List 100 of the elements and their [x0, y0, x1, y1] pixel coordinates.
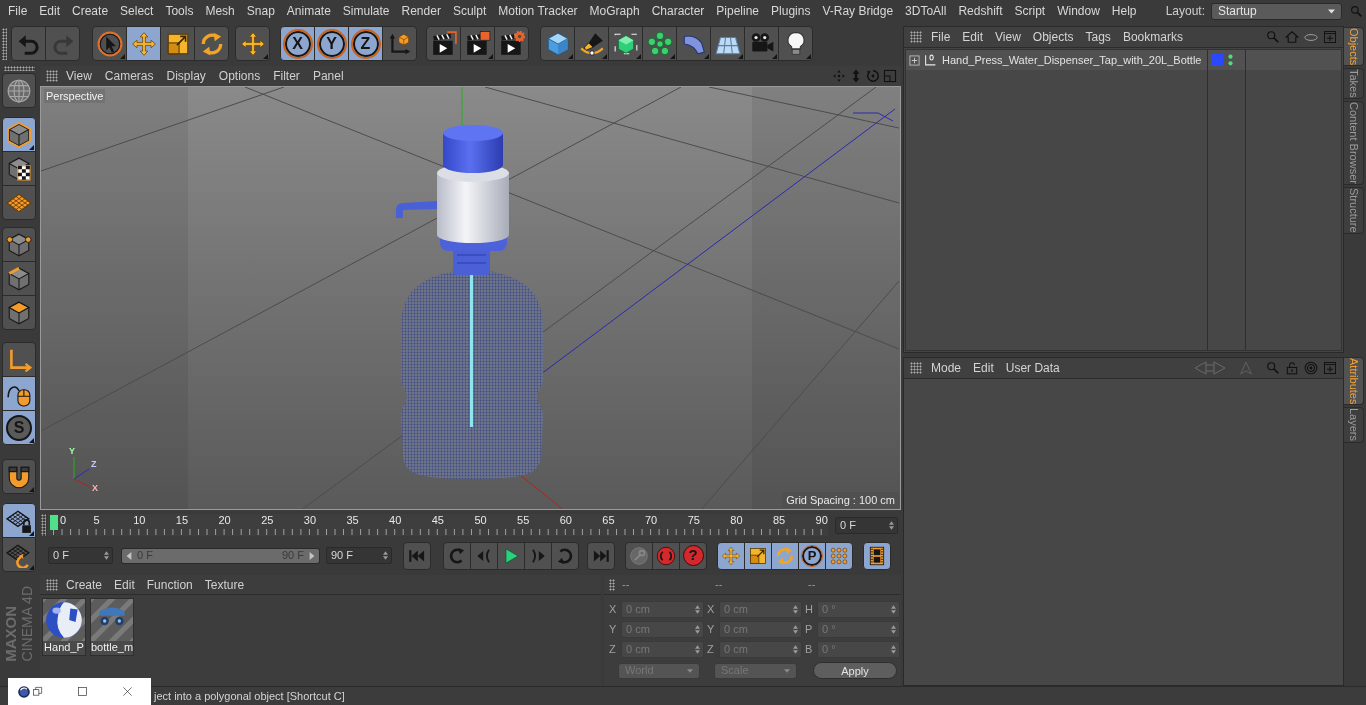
- close-icon[interactable]: [122, 686, 133, 697]
- scale-tool-button[interactable]: [160, 26, 195, 61]
- end-frame-field[interactable]: 90 F: [326, 547, 392, 564]
- menu-item[interactable]: View: [66, 67, 92, 85]
- rotate-tool-button[interactable]: [194, 26, 229, 61]
- subdivision-surface-button[interactable]: [608, 26, 643, 61]
- timeline-button[interactable]: [863, 541, 891, 570]
- ellipse-icon[interactable]: [1304, 33, 1318, 41]
- menu-item[interactable]: Create: [72, 2, 109, 20]
- model-mode-button[interactable]: [2, 117, 36, 152]
- panel-tab[interactable]: Structure: [1344, 187, 1364, 234]
- menu-item[interactable]: Edit: [962, 28, 984, 46]
- workplane-mode-button[interactable]: [2, 185, 36, 220]
- menu-item[interactable]: Window: [1057, 2, 1100, 20]
- menu-item[interactable]: Edit: [973, 359, 994, 377]
- grip-icon[interactable]: [609, 578, 615, 591]
- edges-mode-button[interactable]: [2, 261, 36, 296]
- menu-item[interactable]: 3DToAll: [905, 2, 947, 20]
- menu-item[interactable]: Edit: [39, 2, 61, 20]
- render-to-picture-viewer-button[interactable]: [460, 26, 495, 61]
- menu-item[interactable]: Display: [166, 67, 206, 85]
- menu-item[interactable]: Redshift: [958, 2, 1003, 20]
- recent-tool-button[interactable]: [235, 26, 270, 61]
- panel-tab[interactable]: Objects: [1344, 27, 1364, 67]
- axis-mode-button[interactable]: [2, 342, 36, 377]
- visibility-dots-icon[interactable]: [1228, 54, 1233, 66]
- bend-deformer-button[interactable]: [676, 26, 711, 61]
- object-row[interactable]: Hand_Press_Water_Dispenser_Tap_with_20L_Bottle: [906, 50, 1341, 70]
- menu-item[interactable]: Motion Tracker: [498, 2, 578, 20]
- menu-item[interactable]: User Data: [1005, 359, 1060, 377]
- expand-icon[interactable]: [909, 54, 920, 66]
- menu-item[interactable]: Texture: [204, 575, 245, 594]
- material-item[interactable]: Hand_P: [42, 598, 86, 656]
- menu-item[interactable]: Cameras: [104, 67, 154, 85]
- menu-item[interactable]: Bookmarks: [1122, 28, 1183, 46]
- menu-item[interactable]: Tags: [1085, 28, 1111, 46]
- menu-item[interactable]: Snap: [246, 2, 275, 20]
- menu-item[interactable]: Tools: [165, 2, 194, 20]
- grip-icon[interactable]: [910, 362, 922, 374]
- dispenser-pump-model[interactable]: [396, 125, 509, 427]
- menu-item[interactable]: Create: [66, 575, 103, 594]
- panel-tab[interactable]: Layers: [1344, 407, 1364, 443]
- move-tool-button[interactable]: [126, 26, 161, 61]
- globe-button[interactable]: [2, 73, 36, 108]
- tweak-mode-button[interactable]: [2, 376, 36, 411]
- object-name[interactable]: Hand_Press_Water_Dispenser_Tap_with_20L_Bottle: [942, 51, 1202, 69]
- material-item[interactable]: bottle_m: [90, 598, 134, 656]
- grip-icon[interactable]: [46, 70, 58, 82]
- menu-item[interactable]: File: [8, 2, 28, 20]
- axis-lock-button[interactable]: X: [280, 26, 315, 61]
- grip-icon[interactable]: [46, 578, 58, 591]
- menu-item[interactable]: Mode: [931, 359, 962, 377]
- menu-item[interactable]: Animate: [286, 2, 331, 20]
- menu-item[interactable]: Script: [1014, 2, 1046, 20]
- panel-tab[interactable]: Takes: [1344, 68, 1364, 100]
- move-key-button[interactable]: [717, 541, 745, 570]
- current-frame-field[interactable]: 0 F: [835, 516, 898, 534]
- rotate-key-button[interactable]: [771, 541, 799, 570]
- render-view-button[interactable]: [426, 26, 461, 61]
- menu-item[interactable]: Filter: [273, 67, 300, 85]
- coordinate-system-button[interactable]: [382, 26, 417, 61]
- axis-lock-button[interactable]: Z: [348, 26, 383, 61]
- align-workplane-button[interactable]: [2, 537, 36, 572]
- scale-key-button[interactable]: [744, 541, 772, 570]
- restore-icon[interactable]: [32, 686, 43, 697]
- grip-icon[interactable]: [910, 31, 922, 43]
- start-frame-field[interactable]: 0 F: [48, 547, 113, 564]
- menu-item[interactable]: Panel: [312, 67, 344, 85]
- menu-item[interactable]: Select: [120, 2, 154, 20]
- layout-dropdown[interactable]: Startup: [1211, 2, 1342, 20]
- render-settings-button[interactable]: [494, 26, 529, 61]
- light-button[interactable]: [778, 26, 813, 61]
- menu-item[interactable]: Help: [1111, 2, 1137, 20]
- polygons-mode-button[interactable]: [2, 295, 36, 330]
- floor-button[interactable]: [710, 26, 745, 61]
- go-to-start-button[interactable]: [403, 541, 431, 570]
- menu-item[interactable]: Options: [218, 67, 261, 85]
- minimized-window[interactable]: [8, 678, 151, 705]
- panel-tab[interactable]: Content Browser: [1344, 101, 1364, 185]
- grip-icon[interactable]: [2, 27, 7, 60]
- menu-item[interactable]: File: [931, 28, 951, 46]
- grip-icon[interactable]: [41, 514, 46, 536]
- menu-item[interactable]: View: [995, 28, 1021, 46]
- playhead-handle[interactable]: [50, 515, 58, 530]
- select-tool-button[interactable]: [92, 26, 127, 61]
- pen-button[interactable]: [574, 26, 609, 61]
- cloner-button[interactable]: [642, 26, 677, 61]
- menu-item[interactable]: Simulate: [342, 2, 390, 20]
- texture-mode-button[interactable]: [2, 151, 36, 186]
- maximize-icon[interactable]: [77, 686, 88, 697]
- menu-item[interactable]: Function: [146, 575, 193, 594]
- play-button[interactable]: [497, 541, 525, 570]
- menu-item[interactable]: Render: [401, 2, 441, 20]
- parameter-key-button[interactable]: P: [798, 541, 826, 570]
- menu-item[interactable]: Plugins: [771, 2, 811, 20]
- cube-button[interactable]: [540, 26, 575, 61]
- autokey-button[interactable]: [652, 541, 680, 570]
- toggle-view-icon[interactable]: [883, 69, 897, 83]
- menu-item[interactable]: Objects: [1032, 28, 1074, 46]
- timeline-ruler[interactable]: 0 5 10 15 20 25 30 35 40 45 50 55 60 65 70 75 80 85 90: [48, 514, 828, 536]
